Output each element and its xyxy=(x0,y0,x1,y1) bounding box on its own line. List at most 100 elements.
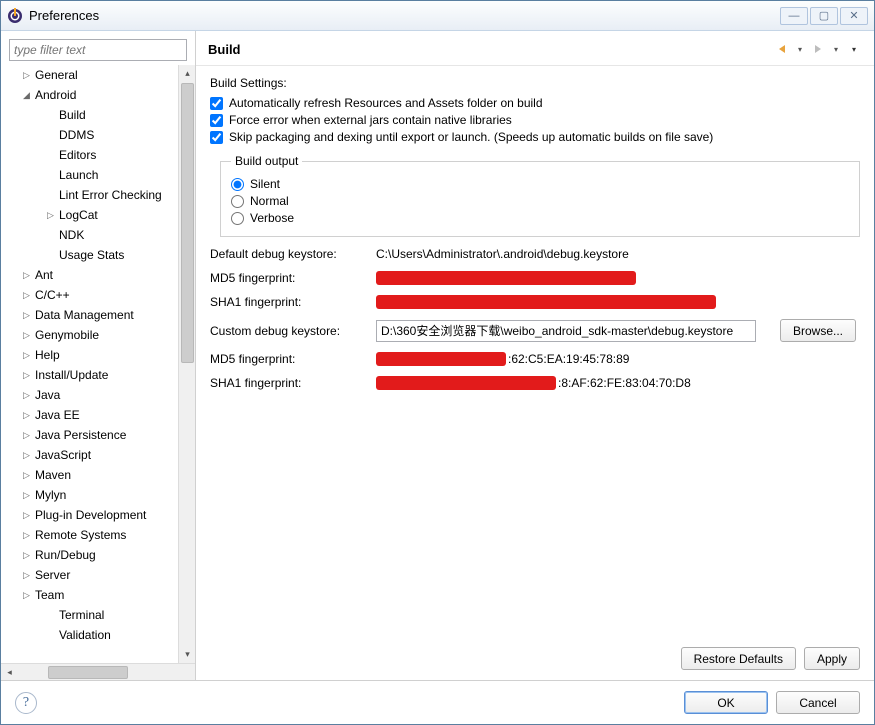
tree-item[interactable]: ▷Java xyxy=(7,385,195,405)
silent-radio[interactable] xyxy=(231,178,244,191)
tree-item-label: JavaScript xyxy=(35,448,91,462)
tree-item-label: Plug-in Development xyxy=(35,508,146,522)
tree-item[interactable]: ▷Lint Error Checking xyxy=(7,185,195,205)
expand-arrow-icon[interactable]: ▷ xyxy=(23,510,35,521)
tree-item-label: Android xyxy=(35,88,76,102)
tree-item-label: Usage Stats xyxy=(59,248,124,262)
expand-arrow-icon[interactable]: ▷ xyxy=(23,370,35,381)
tree-item[interactable]: ▷Java Persistence xyxy=(7,425,195,445)
sha1-default-redacted xyxy=(376,295,716,309)
scroll-up-icon[interactable]: ▴ xyxy=(179,65,195,82)
preference-tree[interactable]: ▷General◢Android▷Build▷DDMS▷Editors▷Laun… xyxy=(1,65,195,663)
expand-arrow-icon[interactable]: ▷ xyxy=(23,530,35,541)
expand-arrow-icon[interactable]: ▷ xyxy=(23,290,35,301)
help-icon[interactable]: ? xyxy=(15,692,37,714)
md5-default-label: MD5 fingerprint: xyxy=(210,271,370,285)
tree-item[interactable]: ▷General xyxy=(7,65,195,85)
skip-packaging-checkbox[interactable] xyxy=(210,131,223,144)
tree-item[interactable]: ▷Run/Debug xyxy=(7,545,195,565)
tree-item-label: LogCat xyxy=(59,208,98,222)
tree-item[interactable]: ▷Launch xyxy=(7,165,195,185)
tree-item[interactable]: ▷LogCat xyxy=(7,205,195,225)
app-icon xyxy=(7,8,23,24)
tree-item[interactable]: ▷JavaScript xyxy=(7,445,195,465)
expand-arrow-icon[interactable]: ▷ xyxy=(23,310,35,321)
tree-item[interactable]: ▷Mylyn xyxy=(7,485,195,505)
back-icon[interactable] xyxy=(774,41,790,57)
hscroll-thumb[interactable] xyxy=(48,666,128,679)
tree-item[interactable]: ▷Team xyxy=(7,585,195,605)
custom-keystore-label: Custom debug keystore: xyxy=(210,324,370,338)
expand-arrow-icon[interactable]: ▷ xyxy=(23,390,35,401)
expand-arrow-icon[interactable]: ▷ xyxy=(23,590,35,601)
expand-arrow-icon[interactable]: ▷ xyxy=(23,470,35,481)
build-output-legend: Build output xyxy=(231,154,302,168)
tree-scrollbar[interactable]: ▴ ▾ xyxy=(178,65,195,663)
expand-arrow-icon[interactable]: ▷ xyxy=(23,330,35,341)
expand-arrow-icon[interactable]: ▷ xyxy=(47,210,59,221)
tree-item[interactable]: ▷Install/Update xyxy=(7,365,195,385)
auto-refresh-checkbox[interactable] xyxy=(210,97,223,110)
tree-hscroll[interactable]: ◂ xyxy=(1,663,195,680)
tree-item[interactable]: ◢Android xyxy=(7,85,195,105)
tree-item-label: Lint Error Checking xyxy=(59,188,162,202)
tree-item[interactable]: ▷Plug-in Development xyxy=(7,505,195,525)
cancel-button[interactable]: Cancel xyxy=(776,691,860,714)
expand-arrow-icon[interactable]: ▷ xyxy=(23,430,35,441)
tree-item[interactable]: ▷Genymobile xyxy=(7,325,195,345)
forward-menu-icon[interactable]: ▾ xyxy=(828,41,844,57)
tree-item[interactable]: ▷Editors xyxy=(7,145,195,165)
tree-item[interactable]: ▷Build xyxy=(7,105,195,125)
tree-item[interactable]: ▷Remote Systems xyxy=(7,525,195,545)
tree-item[interactable]: ▷DDMS xyxy=(7,125,195,145)
tree-item[interactable]: ▷Data Management xyxy=(7,305,195,325)
tree-item-label: Ant xyxy=(35,268,53,282)
expand-arrow-icon[interactable]: ▷ xyxy=(23,450,35,461)
expand-arrow-icon[interactable]: ▷ xyxy=(23,70,35,81)
filter-input[interactable] xyxy=(9,39,187,61)
build-output-group: Build output Silent Normal Verbose xyxy=(220,154,860,237)
maximize-button[interactable]: ▢ xyxy=(810,7,838,25)
scroll-thumb[interactable] xyxy=(181,83,194,363)
expand-arrow-icon[interactable]: ▷ xyxy=(23,270,35,281)
tree-item[interactable]: ▷C/C++ xyxy=(7,285,195,305)
close-button[interactable]: ✕ xyxy=(840,7,868,25)
tree-item[interactable]: ▷Help xyxy=(7,345,195,365)
force-error-label: Force error when external jars contain n… xyxy=(229,113,512,127)
ok-button[interactable]: OK xyxy=(684,691,768,714)
expand-arrow-icon[interactable]: ◢ xyxy=(23,90,35,101)
scroll-down-icon[interactable]: ▾ xyxy=(179,646,195,663)
expand-arrow-icon[interactable]: ▷ xyxy=(23,570,35,581)
tree-item[interactable]: ▷Validation xyxy=(7,625,195,645)
tree-item[interactable]: ▷Terminal xyxy=(7,605,195,625)
tree-item[interactable]: ▷NDK xyxy=(7,225,195,245)
window-title: Preferences xyxy=(29,8,780,23)
sidebar: ▷General◢Android▷Build▷DDMS▷Editors▷Laun… xyxy=(1,31,196,680)
tree-item[interactable]: ▷Maven xyxy=(7,465,195,485)
browse-button[interactable]: Browse... xyxy=(780,319,856,342)
force-error-checkbox[interactable] xyxy=(210,114,223,127)
expand-arrow-icon[interactable]: ▷ xyxy=(23,550,35,561)
back-menu-icon[interactable]: ▾ xyxy=(792,41,808,57)
tree-item-label: DDMS xyxy=(59,128,94,142)
tree-item-label: Install/Update xyxy=(35,368,108,382)
verbose-radio[interactable] xyxy=(231,212,244,225)
md5-custom-label: MD5 fingerprint: xyxy=(210,352,370,366)
expand-arrow-icon[interactable]: ▷ xyxy=(23,490,35,501)
custom-keystore-input[interactable] xyxy=(376,320,756,342)
expand-arrow-icon[interactable]: ▷ xyxy=(23,350,35,361)
sha1-custom-value: :8:AF:62:FE:83:04:70:D8 xyxy=(376,376,774,390)
tree-item[interactable]: ▷Java EE xyxy=(7,405,195,425)
tree-item-label: Launch xyxy=(59,168,98,182)
tree-item[interactable]: ▷Server xyxy=(7,565,195,585)
restore-defaults-button[interactable]: Restore Defaults xyxy=(681,647,796,670)
normal-radio[interactable] xyxy=(231,195,244,208)
tree-item[interactable]: ▷Usage Stats xyxy=(7,245,195,265)
titlebar: Preferences — ▢ ✕ xyxy=(1,1,874,31)
minimize-button[interactable]: — xyxy=(780,7,808,25)
apply-button[interactable]: Apply xyxy=(804,647,860,670)
forward-icon[interactable] xyxy=(810,41,826,57)
menu-icon[interactable]: ▾ xyxy=(846,41,862,57)
tree-item[interactable]: ▷Ant xyxy=(7,265,195,285)
expand-arrow-icon[interactable]: ▷ xyxy=(23,410,35,421)
